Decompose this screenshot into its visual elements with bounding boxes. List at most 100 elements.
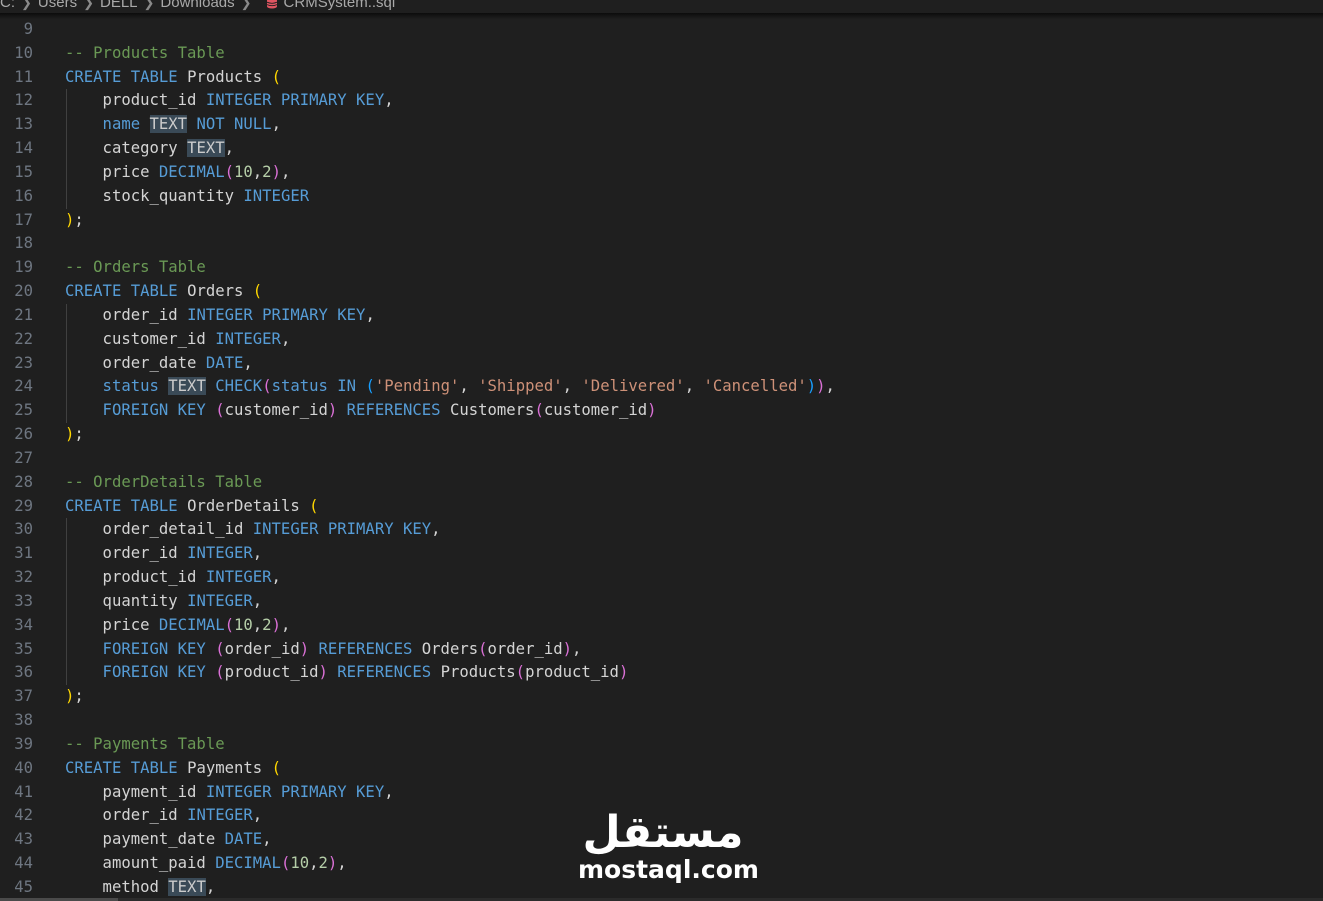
code-token: , — [365, 305, 375, 324]
line-number: 26 — [14, 425, 33, 444]
code-token: ( — [224, 162, 234, 181]
code-token: ) — [327, 853, 338, 872]
code-token: order_detail_id — [65, 520, 253, 539]
code-token: , — [224, 139, 235, 158]
line-number: 34 — [14, 615, 33, 634]
code-token: , — [243, 353, 253, 372]
line-number: 16 — [14, 186, 33, 205]
code-token: , — [562, 377, 582, 396]
code-text: CREATE TABLE Payments ( — [65, 757, 281, 781]
code-token: -- Orders Table — [65, 258, 206, 277]
line-number: 13 — [14, 115, 33, 134]
code-token: payment_id — [65, 782, 206, 801]
breadcrumb-item-drive[interactable]: C: — [0, 0, 15, 13]
code-token: customer_id — [224, 401, 328, 420]
code-token: 'Shipped' — [478, 377, 563, 396]
chevron-right-icon: ❯ — [83, 0, 94, 10]
code-token: REFERENCES — [327, 663, 441, 682]
code-token: ) — [327, 401, 338, 420]
code-token: quantity — [65, 591, 188, 610]
code-text: customer_id INTEGER, — [65, 328, 291, 352]
code-token: NOT NULL — [187, 115, 272, 134]
code-token: , — [252, 806, 263, 825]
line-number: 19 — [14, 258, 33, 277]
code-token: INTEGER — [205, 568, 272, 587]
indent-guide — [66, 518, 67, 685]
code-token: customer_id — [543, 401, 648, 420]
code-token: ) — [618, 663, 629, 682]
code-token: FOREIGN KEY — [65, 639, 216, 658]
code-text: CREATE TABLE OrderDetails ( — [65, 495, 319, 519]
breadcrumb-item-dell[interactable]: DELL — [100, 0, 138, 13]
code-token: ) — [647, 401, 657, 420]
line-number: 15 — [14, 162, 33, 181]
code-token: order_id — [224, 639, 300, 658]
code-text: quantity INTEGER, — [65, 590, 263, 614]
code-token: ; — [74, 210, 84, 229]
line-number: 39 — [14, 734, 33, 753]
code-token: ) — [806, 377, 817, 396]
code-token: ( — [309, 496, 319, 515]
code-token: price — [65, 162, 159, 181]
code-token: order_date — [65, 353, 206, 372]
code-token: 2 — [262, 615, 272, 634]
code-text: product_id INTEGER, — [65, 566, 281, 590]
code-token: , — [825, 377, 835, 396]
code-text: CREATE TABLE Products ( — [65, 66, 281, 90]
code-token: Orders — [187, 282, 253, 301]
code-text: ); — [65, 685, 84, 709]
code-token: -- Products Table — [65, 43, 225, 62]
code-text: stock_quantity INTEGER — [65, 185, 310, 209]
code-token: , — [337, 853, 347, 872]
chevron-right-icon: ❯ — [21, 0, 32, 10]
code-token: , — [684, 377, 704, 396]
line-number: 45 — [14, 877, 33, 896]
code-token: Customers — [449, 401, 535, 420]
code-text: category TEXT, — [65, 137, 234, 161]
scroll-shadow — [0, 13, 1323, 19]
code-token: , — [431, 520, 441, 539]
line-number: 10 — [14, 43, 33, 62]
code-token: ; — [74, 687, 84, 706]
code-token: DATE — [205, 353, 244, 372]
breadcrumb-item-users[interactable]: Users — [38, 0, 77, 13]
line-number: 43 — [14, 830, 33, 849]
code-token: ) — [65, 425, 75, 444]
code-token: ( — [515, 663, 526, 682]
code-text: FOREIGN KEY (product_id) REFERENCES Prod… — [65, 661, 629, 685]
code-text: order_id INTEGER PRIMARY KEY, — [65, 304, 375, 328]
code-token: 2 — [262, 162, 272, 181]
code-text: -- Orders Table — [65, 256, 206, 280]
code-token: , — [280, 329, 291, 348]
line-number: 9 — [23, 20, 33, 38]
code-token: status IN — [271, 377, 366, 396]
code-token: ( — [215, 663, 225, 682]
code-token: order_id — [487, 639, 563, 658]
code-text: amount_paid DECIMAL(10,2), — [65, 852, 347, 876]
code-token: CREATE TABLE — [65, 67, 188, 86]
code-token: ( — [224, 615, 234, 634]
code-token: 'Cancelled' — [703, 377, 807, 396]
breadcrumb-item-downloads[interactable]: Downloads — [160, 0, 234, 13]
code-token: ) — [271, 162, 281, 181]
code-token: ( — [280, 853, 291, 872]
code-token: 2 — [318, 853, 328, 872]
indent-guide — [66, 304, 67, 423]
code-token: FOREIGN KEY — [65, 663, 216, 682]
code-token: , — [252, 162, 263, 181]
code-token: ( — [534, 401, 544, 420]
code-token: ; — [74, 425, 84, 444]
code-token: ) — [271, 615, 281, 634]
code-token: -- Payments Table — [65, 734, 225, 753]
code-token: CREATE TABLE — [65, 496, 188, 515]
code-token: INTEGER — [187, 591, 253, 610]
line-number: 14 — [14, 139, 33, 158]
code-token: Products — [187, 67, 272, 86]
breadcrumb-file[interactable]: CRMSystem..sql — [284, 0, 396, 13]
code-token: INTEGER — [243, 186, 310, 205]
watermark-url: mostaql.com — [578, 855, 759, 884]
code-editor[interactable]: C: ❯ Users ❯ DELL ❯ Downloads ❯ CRMSyste… — [0, 0, 1323, 901]
highlighted-token: TEXT — [168, 377, 206, 396]
code-token: DATE — [224, 830, 263, 849]
line-number: 20 — [14, 282, 33, 301]
